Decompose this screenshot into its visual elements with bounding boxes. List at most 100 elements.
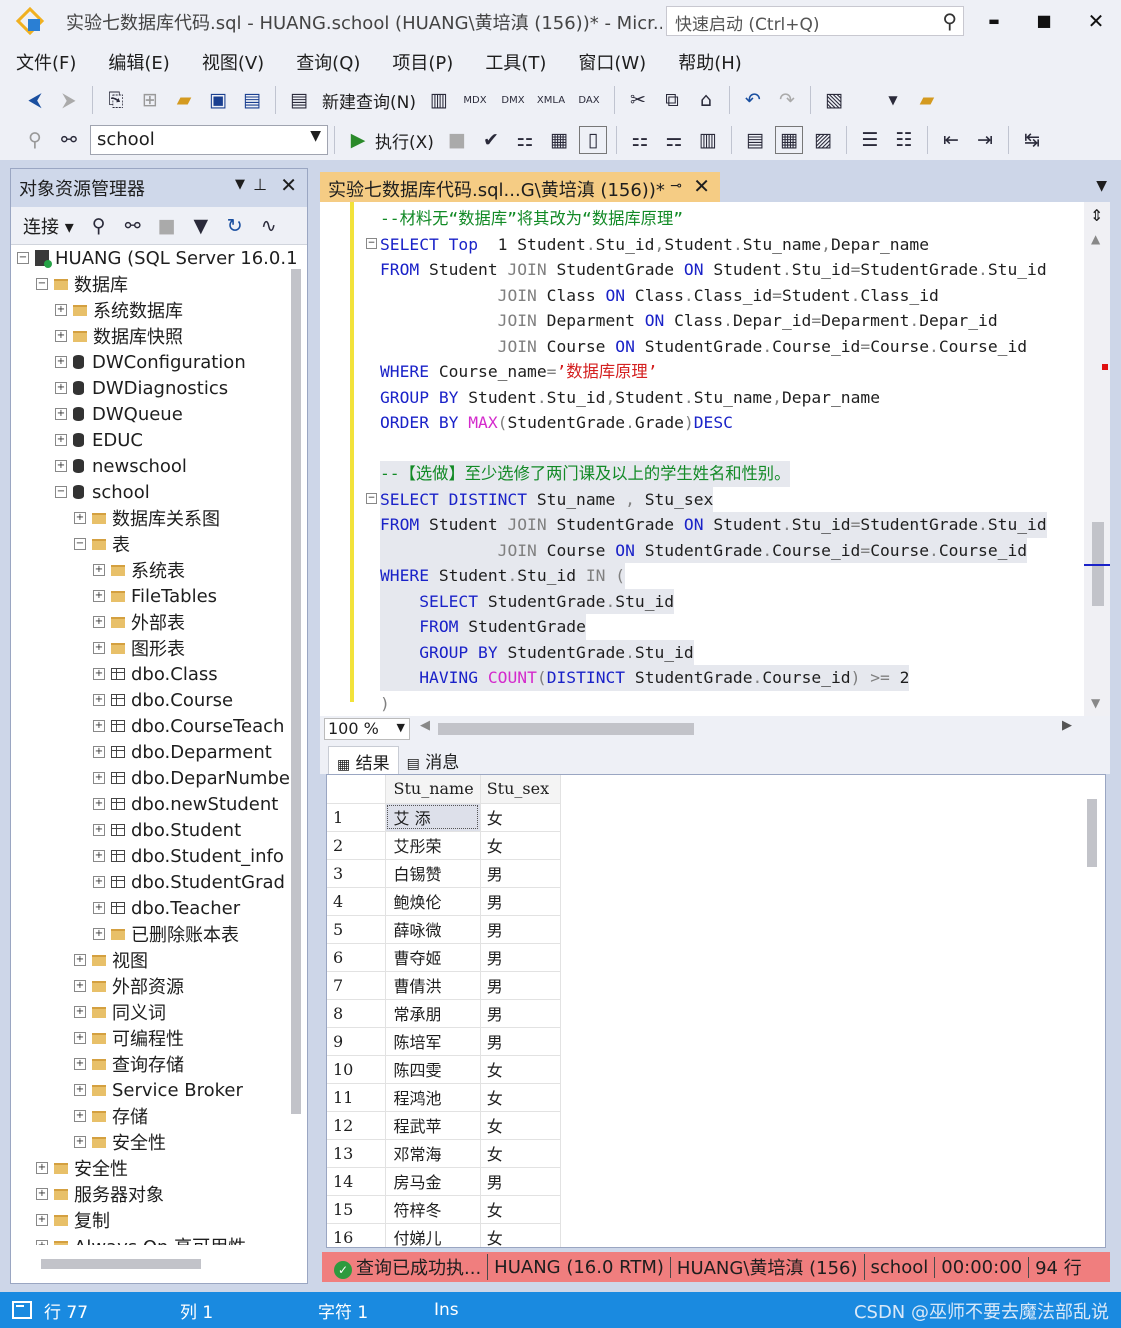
specify-values-icon[interactable]: ↹ (1018, 126, 1046, 154)
tree-node[interactable]: + EDUC (11, 427, 307, 453)
expand-icon[interactable]: + (93, 720, 105, 732)
add-item-icon[interactable]: ⊞ (136, 86, 164, 114)
client-stats-icon[interactable]: ▥ (694, 126, 722, 154)
tree-node[interactable]: + FileTables (11, 583, 307, 609)
tree-node[interactable]: + DWQueue (11, 401, 307, 427)
expand-icon[interactable]: + (93, 798, 105, 810)
tree-node[interactable]: + 同义词 (11, 999, 307, 1025)
grid-cell[interactable]: 男 (480, 1027, 561, 1056)
expand-icon[interactable]: + (55, 434, 67, 446)
expand-icon[interactable]: + (74, 1136, 86, 1148)
stop-icon[interactable]: ■ (443, 126, 471, 154)
collapse-icon[interactable]: − (74, 538, 86, 550)
grid-cell[interactable]: 男 (480, 859, 561, 888)
menu-file[interactable]: 文件(F) (16, 49, 76, 75)
expand-icon[interactable]: + (93, 928, 105, 940)
grid-cell[interactable]: 程武苹 (385, 1111, 481, 1140)
collapse-icon[interactable]: − (366, 238, 377, 249)
collapse-icon[interactable]: − (55, 486, 67, 498)
execute-icon[interactable]: ▶ (344, 126, 372, 154)
query-options-icon[interactable]: ▦ (545, 126, 573, 154)
table-row[interactable]: 2 艾彤荣女 (327, 831, 561, 860)
quick-launch-input[interactable]: 快速启动 (Ctrl+Q) ⚲ (666, 6, 964, 36)
mdx-query-icon[interactable]: MDX (459, 86, 491, 114)
menu-view[interactable]: 视图(V) (202, 49, 264, 75)
table-row[interactable]: 6 曹夺姬男 (327, 943, 561, 972)
grid-cell[interactable]: 女 (480, 1083, 561, 1112)
execute-button[interactable]: 执行(X) (375, 128, 434, 153)
new-query-icon[interactable]: ▤ (285, 86, 313, 114)
uncomment-icon[interactable]: ☷ (890, 126, 918, 154)
expand-icon[interactable]: + (93, 668, 105, 680)
undo-icon[interactable]: ↶ (739, 86, 767, 114)
tree-node[interactable]: − 数据库 (11, 271, 307, 297)
expand-icon[interactable]: + (93, 876, 105, 888)
save-all-icon[interactable]: ▤ (238, 86, 266, 114)
tree-node[interactable]: + newschool (11, 453, 307, 479)
grid-cell[interactable]: 女 (480, 1223, 561, 1247)
editor-vertical-scrollbar[interactable]: ⇕ ▲ ▼ (1084, 202, 1110, 716)
dax-query-icon[interactable]: DAX (573, 86, 605, 114)
grid-cell[interactable]: 房马金 (385, 1167, 481, 1196)
tree-node[interactable]: + dbo.newStudent (11, 791, 307, 817)
table-row[interactable]: 8 常承朋男 (327, 999, 561, 1028)
query-editor[interactable]: − − --材料无“数据库”将其改为“数据库原理” SELECT Top 1 St… (320, 202, 1110, 716)
expand-icon[interactable]: + (93, 746, 105, 758)
change-connection-icon[interactable]: ⚯ (55, 126, 83, 154)
close-tab-icon[interactable]: ✕ (693, 174, 710, 198)
cut-icon[interactable]: ✂ (624, 86, 652, 114)
tree-node[interactable]: + dbo.StudentGrad (11, 869, 307, 895)
expand-icon[interactable]: + (55, 408, 67, 420)
tree-node[interactable]: + 视图 (11, 947, 307, 973)
tree-node[interactable]: + dbo.Student_info (11, 843, 307, 869)
maximize-button[interactable]: ■ (1024, 6, 1064, 36)
menu-edit[interactable]: 编辑(E) (108, 49, 169, 75)
parse-icon[interactable]: ✔ (477, 126, 505, 154)
menu-window[interactable]: 窗口(W) (578, 49, 646, 75)
grid-cell[interactable]: 男 (480, 915, 561, 944)
tree-node[interactable]: − 表 (11, 531, 307, 557)
menu-project[interactable]: 项目(P) (392, 49, 453, 75)
back-icon[interactable]: ⮜ (21, 86, 49, 114)
tree-node[interactable]: + DWConfiguration (11, 349, 307, 375)
table-row[interactable]: 3 白锡赞男 (327, 859, 561, 888)
table-row[interactable]: 13 邓常海女 (327, 1139, 561, 1168)
menu-tools[interactable]: 工具(T) (485, 49, 546, 75)
tree-node[interactable]: + dbo.Teacher (11, 895, 307, 921)
database-selector[interactable]: school ▼ (90, 125, 328, 155)
connect-icon[interactable]: ⚲ (21, 126, 49, 154)
grid-cell[interactable]: 男 (480, 999, 561, 1028)
collapse-icon[interactable]: − (366, 493, 377, 504)
tree-node[interactable]: + 数据库快照 (11, 323, 307, 349)
expand-icon[interactable]: + (93, 772, 105, 784)
close-window-button[interactable]: ✕ (1076, 6, 1116, 36)
expand-icon[interactable]: + (74, 512, 86, 524)
tree-node[interactable]: + 安全性 (11, 1129, 307, 1155)
grid-cell[interactable]: 白锡赞 (385, 859, 481, 888)
grid-cell[interactable]: 女 (480, 1195, 561, 1224)
activity-monitor-icon[interactable]: ▧ (820, 86, 848, 114)
expand-icon[interactable]: + (93, 850, 105, 862)
refresh-icon[interactable]: ↻ (221, 212, 249, 240)
grid-cell[interactable]: 男 (480, 943, 561, 972)
results-grid[interactable]: Stu_name Stu_sex 1艾 添女 2 艾彤荣女 3 白锡赞男 4 鲍焕伦男 5 薛咏… (326, 774, 1106, 1248)
expand-icon[interactable]: + (93, 564, 105, 576)
expand-icon[interactable]: + (93, 824, 105, 836)
tree-node[interactable]: + 图形表 (11, 635, 307, 661)
grid-cell[interactable]: 曹夺姬 (385, 943, 481, 972)
tree-node[interactable]: + 外部资源 (11, 973, 307, 999)
table-row[interactable]: 16 付娣儿女 (327, 1223, 561, 1247)
pin-icon[interactable]: ⊸ (670, 178, 682, 194)
activity-icon[interactable]: ∿ (255, 212, 283, 240)
grid-cell[interactable]: 陈培军 (385, 1027, 481, 1056)
grid-cell[interactable]: 艾彤荣 (385, 831, 481, 860)
tree-node[interactable]: + dbo.Deparment (11, 739, 307, 765)
redo-icon[interactable]: ↷ (773, 86, 801, 114)
expand-icon[interactable]: + (74, 1006, 86, 1018)
grid-cell[interactable]: 鲍焕伦 (385, 887, 481, 916)
tab-messages[interactable]: ▤ 消息 (399, 746, 468, 774)
scroll-up-icon[interactable]: ▲ (1091, 232, 1100, 246)
tree-node[interactable]: + 复制 (11, 1207, 307, 1233)
zoom-selector[interactable]: 100 % ▼ (324, 718, 410, 740)
table-row[interactable]: 15 符梓冬女 (327, 1195, 561, 1224)
